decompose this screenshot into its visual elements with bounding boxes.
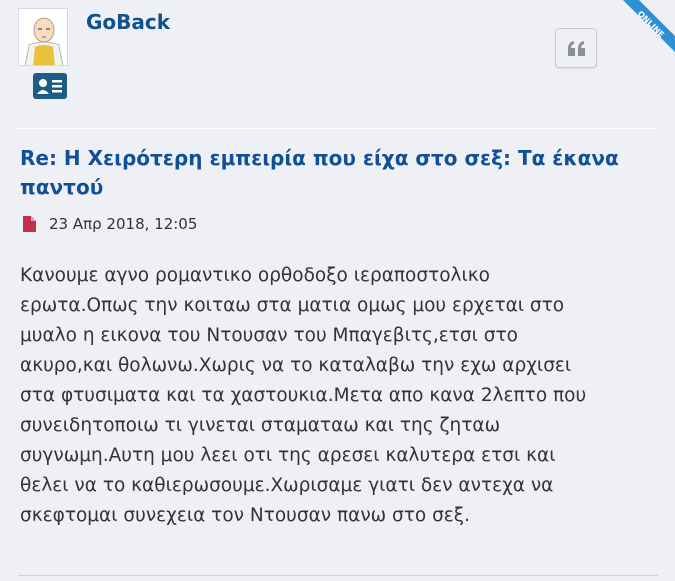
body-line: ακυρο,και θολωνω.Χωρις να το καταλαβω τη… — [20, 355, 572, 376]
author-name[interactable]: GoBack — [86, 10, 170, 34]
post-content: Κανουμε αγνο ρομαντικο ορθοδοξο ιεραποστ… — [20, 261, 660, 531]
body-line: μυαλο η εικονα του Ντουσαν του Μπαγεβιτς… — [20, 325, 518, 346]
body-line: σκεφτομαι συνεχεια τον Ντουσαν πανω στο … — [20, 505, 471, 526]
body-line: θελει να το καθιερωσουμε.Χωρισαμε γιατι … — [20, 475, 554, 496]
profile-card-icon — [37, 79, 62, 94]
user-avatar[interactable] — [18, 8, 68, 66]
profile-card-badge[interactable] — [33, 73, 67, 99]
header-divider — [18, 128, 658, 129]
post-container: GoBack ONLINE Re: Η Χειρότερη εμπειρία π… — [0, 0, 675, 581]
quote-icon — [568, 41, 585, 56]
footer-divider — [18, 575, 658, 576]
quote-button[interactable] — [555, 28, 597, 68]
body-line: συγνωμη.Αυτη μου λεει οτι της αρεσει καλ… — [20, 445, 556, 466]
body-line: ερωτα.Οπως την κοιταω στα ματια ομως μου… — [20, 295, 565, 316]
post-title[interactable]: Re: Η Χειρότερη εμπειρία που είχα στο σε… — [20, 144, 640, 202]
online-status-ribbon: ONLINE — [605, 0, 675, 70]
file-icon[interactable] — [23, 216, 36, 232]
body-line: στα φτυσιματα και τα χαστουκια.Μετα απο … — [20, 385, 587, 406]
bald-hero-avatar-icon — [19, 9, 67, 65]
post-date: 23 Απρ 2018, 12:05 — [49, 215, 198, 233]
body-line: Κανουμε αγνο ρομαντικο ορθοδοξο ιεραποστ… — [20, 265, 490, 286]
body-line: συνειδητοποιω τι γινεται σταματαω και τη… — [20, 415, 501, 436]
